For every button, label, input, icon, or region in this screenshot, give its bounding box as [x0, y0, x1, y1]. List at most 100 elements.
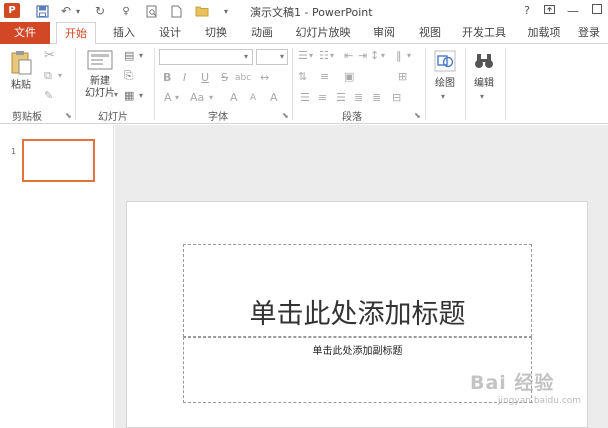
reset-icon[interactable]: ⎘ [124, 69, 133, 83]
copy-dropdown-icon[interactable]: ▾ [58, 69, 62, 83]
columns-icon[interactable]: ‖ [396, 49, 402, 63]
align-center-icon[interactable]: ≡ [318, 91, 327, 105]
editing-label: 编辑 [474, 78, 494, 89]
slide-thumbnail[interactable] [22, 139, 95, 182]
shrink-font-button[interactable]: A [250, 91, 256, 105]
ribbon-display-options-icon[interactable] [540, 2, 558, 20]
change-case-dropdown-icon[interactable]: ▾ [209, 91, 213, 105]
shapes-icon [434, 50, 456, 72]
powerpoint-logo-icon: P [4, 3, 20, 18]
font-launcher-icon[interactable]: ⬊ [282, 111, 289, 120]
font-name-dropdown-icon[interactable]: ▾ [244, 50, 248, 64]
tab-insert[interactable]: 插入 [104, 22, 144, 44]
tab-slideshow[interactable]: 幻灯片放映 [288, 22, 358, 44]
tab-addins[interactable]: 加载项 [520, 22, 568, 44]
char-spacing-icon[interactable]: ↔ [260, 71, 269, 85]
tab-review[interactable]: 审阅 [364, 22, 404, 44]
font-color-button[interactable]: A [164, 91, 172, 105]
increase-indent-icon[interactable]: ⇥ [358, 49, 367, 63]
undo-dropdown-icon[interactable]: ▾ [70, 3, 86, 19]
title-placeholder-text: 单击此处添加标题 [249, 299, 466, 330]
open-folder-icon[interactable] [194, 3, 210, 19]
numbering-icon[interactable]: ☷ [319, 49, 329, 63]
clear-formatting-button[interactable]: A [270, 91, 278, 105]
paste-button[interactable]: 粘贴 [6, 48, 36, 94]
convert-smartart-icon[interactable]: ⊟ [392, 91, 401, 105]
sign-in-link[interactable]: 登录 [578, 22, 608, 44]
paste-label: 粘贴 [11, 80, 31, 91]
columns-dropdown-icon[interactable]: ▾ [407, 49, 411, 63]
minimize-button[interactable]: — [564, 2, 582, 20]
shadow-button[interactable]: abc [235, 71, 251, 85]
align-text-icon[interactable]: ≡ [320, 70, 329, 84]
distributed-icon[interactable]: ≣ [372, 91, 381, 105]
watermark-url: jingyan.baidu.com [498, 396, 582, 406]
paragraph-launcher-icon[interactable]: ⬊ [414, 111, 421, 120]
new-slide-dropdown-icon[interactable]: ▾ [114, 88, 118, 102]
editing-dropdown-icon: ▾ [480, 92, 485, 101]
underline-button[interactable]: U [201, 71, 209, 85]
font-size-dropdown-icon[interactable]: ▾ [280, 50, 284, 64]
justify-icon[interactable]: ≣ [354, 91, 363, 105]
section-dropdown-icon[interactable]: ▾ [139, 89, 143, 103]
new-slide-icon [87, 50, 113, 70]
print-preview-icon[interactable] [144, 3, 160, 19]
group-label-paragraph: 段落 [342, 112, 362, 123]
strikethrough-button[interactable]: S [221, 71, 228, 85]
save-icon[interactable] [34, 3, 50, 19]
bullets-dropdown-icon[interactable]: ▾ [309, 49, 313, 63]
grow-font-button[interactable]: A [230, 91, 238, 105]
paste-icon [11, 51, 32, 75]
font-name-combo[interactable] [159, 49, 253, 65]
format-painter-icon[interactable]: ✎ [44, 89, 53, 103]
group-label-slides: 幻灯片 [98, 112, 128, 123]
subtitle-placeholder-text: 单击此处添加副标题 [312, 346, 403, 357]
line-spacing-icon[interactable]: ↕ [370, 49, 379, 63]
new-file-icon[interactable] [168, 3, 184, 19]
change-case-button[interactable]: Aa [190, 91, 204, 105]
line-spacing-dropdown-icon[interactable]: ▾ [381, 49, 385, 63]
smartart-icon[interactable]: ▣ [344, 70, 354, 84]
group-separator [505, 48, 506, 120]
tab-view[interactable]: 视图 [410, 22, 450, 44]
tab-animations[interactable]: 动画 [242, 22, 282, 44]
numbering-dropdown-icon[interactable]: ▾ [330, 49, 334, 63]
align-left-icon[interactable]: ☰ [300, 91, 310, 105]
decrease-indent-icon[interactable]: ⇤ [344, 49, 353, 63]
group-separator [75, 48, 76, 120]
tab-design[interactable]: 设计 [150, 22, 190, 44]
section-icon[interactable]: ▦ [124, 89, 134, 103]
new-slide-label-1: 新建 [90, 76, 110, 87]
clipboard-launcher-icon[interactable]: ⬊ [65, 111, 72, 120]
redo-icon[interactable]: ↻ [92, 3, 108, 19]
title-bar: P ↶ ▾ ↻ ♀ ▾ 演示文稿1 - PowerPoint ? — [0, 0, 608, 22]
binoculars-icon [475, 54, 493, 68]
drawing-button[interactable]: 绘图 ▾ [430, 48, 460, 102]
help-button[interactable]: ? [518, 2, 536, 20]
maximize-button[interactable] [588, 2, 606, 20]
customize-toolbar-icon[interactable]: ▾ [218, 3, 234, 19]
font-color-dropdown-icon[interactable]: ▾ [175, 91, 179, 105]
group-label-font: 字体 [208, 112, 228, 123]
from-beginning-icon[interactable]: ♀ [118, 3, 134, 19]
group-separator [154, 48, 155, 120]
editing-button[interactable]: 编辑 ▾ [469, 48, 499, 102]
tab-home[interactable]: 开始 [56, 22, 96, 45]
italic-button[interactable]: I [183, 71, 186, 85]
drawing-dropdown-icon: ▾ [441, 92, 446, 101]
tab-transitions[interactable]: 切换 [196, 22, 236, 44]
paragraph-option-icon[interactable]: ⊞ [398, 70, 407, 84]
layout-icon[interactable]: ▤ [124, 49, 134, 63]
bullets-icon[interactable]: ☰ [298, 49, 308, 63]
tab-file[interactable]: 文件 [0, 22, 50, 44]
bold-button[interactable]: B [163, 71, 171, 85]
tab-developer[interactable]: 开发工具 [456, 22, 512, 44]
copy-icon[interactable]: ⧉ [44, 69, 52, 83]
watermark: Bai 经验 [470, 372, 555, 394]
align-right-icon[interactable]: ☰ [336, 91, 346, 105]
title-placeholder[interactable]: 单击此处添加标题 [183, 244, 532, 337]
cut-icon[interactable]: ✂ [44, 49, 55, 63]
group-separator [425, 48, 426, 120]
text-direction-icon[interactable]: ⇅ [298, 70, 307, 84]
layout-dropdown-icon[interactable]: ▾ [139, 49, 143, 63]
